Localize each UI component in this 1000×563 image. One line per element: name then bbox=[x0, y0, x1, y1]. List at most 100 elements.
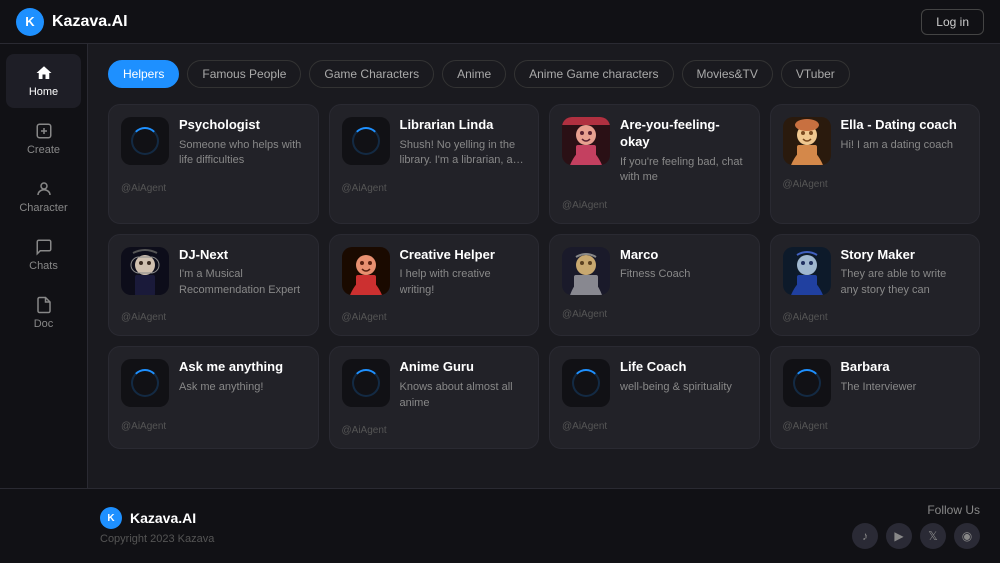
sidebar-label-home: Home bbox=[29, 86, 58, 98]
card-life-coach[interactable]: Life Coach well-being & spirituality @Ai… bbox=[549, 346, 760, 449]
card-desc-anime-guru: Knows about almost all anime bbox=[400, 380, 527, 411]
sidebar-label-chats: Chats bbox=[29, 260, 58, 272]
sidebar-label-doc: Doc bbox=[34, 318, 54, 330]
card-top-marco: Marco Fitness Coach bbox=[562, 247, 747, 295]
card-info-marco: Marco Fitness Coach bbox=[620, 247, 747, 283]
filter-tab-anime-game[interactable]: Anime Game characters bbox=[514, 60, 673, 88]
card-author-barbara: @AiAgent bbox=[783, 421, 968, 432]
card-info-anime-guru: Anime Guru Knows about almost all anime bbox=[400, 359, 527, 411]
card-name-librarian-linda: Librarian Linda bbox=[400, 117, 527, 134]
card-top-barbara: Barbara The Interviewer bbox=[783, 359, 968, 407]
card-author-are-you-feeling: @AiAgent bbox=[562, 200, 747, 211]
card-name-barbara: Barbara bbox=[841, 359, 968, 376]
card-name-creative-helper: Creative Helper bbox=[400, 247, 527, 264]
topbar: K Kazava.AI Log in bbox=[0, 0, 1000, 44]
avatar-barbara bbox=[783, 359, 831, 407]
follow-us-section: Follow Us ♪ ▶ 𝕏 ◉ bbox=[852, 503, 980, 549]
card-are-you-feeling[interactable]: Are-you-feeling-okay If you're feeling b… bbox=[549, 104, 760, 224]
login-button[interactable]: Log in bbox=[921, 9, 984, 35]
card-desc-are-you-feeling: If you're feeling bad, chat with me bbox=[620, 155, 747, 186]
topbar-logo: K Kazava.AI bbox=[16, 8, 128, 36]
avatar-life-coach bbox=[562, 359, 610, 407]
footer: K Kazava.AI Copyright 2023 Kazava Follow… bbox=[0, 488, 1000, 563]
card-dj-next[interactable]: DJ-Next I'm a Musical Recommendation Exp… bbox=[108, 234, 319, 337]
card-author-life-coach: @AiAgent bbox=[562, 421, 747, 432]
avatar-anime-guru bbox=[342, 359, 390, 407]
card-barbara[interactable]: Barbara The Interviewer @AiAgent bbox=[770, 346, 981, 449]
filter-tab-movies[interactable]: Movies&TV bbox=[682, 60, 773, 88]
card-librarian-linda[interactable]: Librarian Linda Shush! No yelling in the… bbox=[329, 104, 540, 224]
card-name-psychologist: Psychologist bbox=[179, 117, 306, 134]
filter-tab-anime[interactable]: Anime bbox=[442, 60, 506, 88]
sidebar-item-create[interactable]: Create bbox=[6, 112, 81, 166]
card-psychologist[interactable]: Psychologist Someone who helps with life… bbox=[108, 104, 319, 224]
tiktok-icon[interactable]: ♪ bbox=[852, 523, 878, 549]
card-top-are-you-feeling: Are-you-feeling-okay If you're feeling b… bbox=[562, 117, 747, 186]
avatar-psychologist bbox=[121, 117, 169, 165]
card-creative-helper[interactable]: Creative Helper I help with creative wri… bbox=[329, 234, 540, 337]
main-content: Helpers Famous People Game Characters An… bbox=[88, 44, 1000, 488]
filter-tab-famous[interactable]: Famous People bbox=[187, 60, 301, 88]
sidebar: Home Create Character Chats Doc bbox=[0, 44, 88, 488]
card-desc-ella-dating-coach: Hi! I am a dating coach bbox=[841, 138, 968, 153]
filter-tab-game-chars[interactable]: Game Characters bbox=[309, 60, 434, 88]
card-top-librarian-linda: Librarian Linda Shush! No yelling in the… bbox=[342, 117, 527, 169]
card-marco[interactable]: Marco Fitness Coach @AiAgent bbox=[549, 234, 760, 337]
card-info-ella-dating-coach: Ella - Dating coach Hi! I am a dating co… bbox=[841, 117, 968, 153]
card-desc-creative-helper: I help with creative writing! bbox=[400, 267, 527, 298]
card-author-psychologist: @AiAgent bbox=[121, 183, 306, 194]
card-info-story-maker: Story Maker They are able to write any s… bbox=[841, 247, 968, 299]
footer-logo: K Kazava.AI bbox=[100, 507, 214, 529]
footer-logo-icon: K bbox=[100, 507, 122, 529]
card-name-are-you-feeling: Are-you-feeling-okay bbox=[620, 117, 747, 151]
sidebar-item-chats[interactable]: Chats bbox=[6, 228, 81, 282]
card-anime-guru[interactable]: Anime Guru Knows about almost all anime … bbox=[329, 346, 540, 449]
card-info-are-you-feeling: Are-you-feeling-okay If you're feeling b… bbox=[620, 117, 747, 186]
card-info-psychologist: Psychologist Someone who helps with life… bbox=[179, 117, 306, 169]
card-info-ask-me-anything: Ask me anything Ask me anything! bbox=[179, 359, 306, 395]
footer-logo-text: Kazava.AI bbox=[130, 510, 196, 526]
avatar-are-you-feeling bbox=[562, 117, 610, 165]
card-desc-marco: Fitness Coach bbox=[620, 267, 747, 282]
youtube-icon[interactable]: ▶ bbox=[886, 523, 912, 549]
avatar-dj-next bbox=[121, 247, 169, 295]
card-top-anime-guru: Anime Guru Knows about almost all anime bbox=[342, 359, 527, 411]
logo-icon: K bbox=[16, 8, 44, 36]
card-desc-barbara: The Interviewer bbox=[841, 380, 968, 395]
card-author-anime-guru: @AiAgent bbox=[342, 425, 527, 436]
card-desc-psychologist: Someone who helps with life difficulties bbox=[179, 138, 306, 169]
card-name-ask-me-anything: Ask me anything bbox=[179, 359, 306, 376]
card-author-creative-helper: @AiAgent bbox=[342, 312, 527, 323]
card-info-dj-next: DJ-Next I'm a Musical Recommendation Exp… bbox=[179, 247, 306, 299]
card-top-life-coach: Life Coach well-being & spirituality bbox=[562, 359, 747, 407]
card-desc-librarian-linda: Shush! No yelling in the library. I'm a … bbox=[400, 138, 527, 169]
sidebar-item-doc[interactable]: Doc bbox=[6, 286, 81, 340]
card-story-maker[interactable]: Story Maker They are able to write any s… bbox=[770, 234, 981, 337]
card-name-anime-guru: Anime Guru bbox=[400, 359, 527, 376]
card-ask-me-anything[interactable]: Ask me anything Ask me anything! @AiAgen… bbox=[108, 346, 319, 449]
card-name-marco: Marco bbox=[620, 247, 747, 264]
main-layout: Home Create Character Chats Doc Helpers … bbox=[0, 44, 1000, 488]
card-info-barbara: Barbara The Interviewer bbox=[841, 359, 968, 395]
card-name-life-coach: Life Coach bbox=[620, 359, 747, 376]
card-author-story-maker: @AiAgent bbox=[783, 312, 968, 323]
filter-tab-vtuber[interactable]: VTuber bbox=[781, 60, 850, 88]
avatar-ask-me-anything bbox=[121, 359, 169, 407]
card-author-marco: @AiAgent bbox=[562, 309, 747, 320]
card-top-story-maker: Story Maker They are able to write any s… bbox=[783, 247, 968, 299]
card-desc-dj-next: I'm a Musical Recommendation Expert bbox=[179, 267, 306, 298]
card-desc-ask-me-anything: Ask me anything! bbox=[179, 380, 306, 395]
sidebar-label-create: Create bbox=[27, 144, 60, 156]
card-desc-life-coach: well-being & spirituality bbox=[620, 380, 747, 395]
sidebar-item-character[interactable]: Character bbox=[6, 170, 81, 224]
card-desc-story-maker: They are able to write any story they ca… bbox=[841, 267, 968, 298]
sidebar-item-home[interactable]: Home bbox=[6, 54, 81, 108]
filter-tab-helpers[interactable]: Helpers bbox=[108, 60, 179, 88]
card-author-librarian-linda: @AiAgent bbox=[342, 183, 527, 194]
card-ella-dating-coach[interactable]: Ella - Dating coach Hi! I am a dating co… bbox=[770, 104, 981, 224]
twitter-icon[interactable]: 𝕏 bbox=[920, 523, 946, 549]
card-name-dj-next: DJ-Next bbox=[179, 247, 306, 264]
card-top-creative-helper: Creative Helper I help with creative wri… bbox=[342, 247, 527, 299]
reddit-icon[interactable]: ◉ bbox=[954, 523, 980, 549]
card-info-life-coach: Life Coach well-being & spirituality bbox=[620, 359, 747, 395]
